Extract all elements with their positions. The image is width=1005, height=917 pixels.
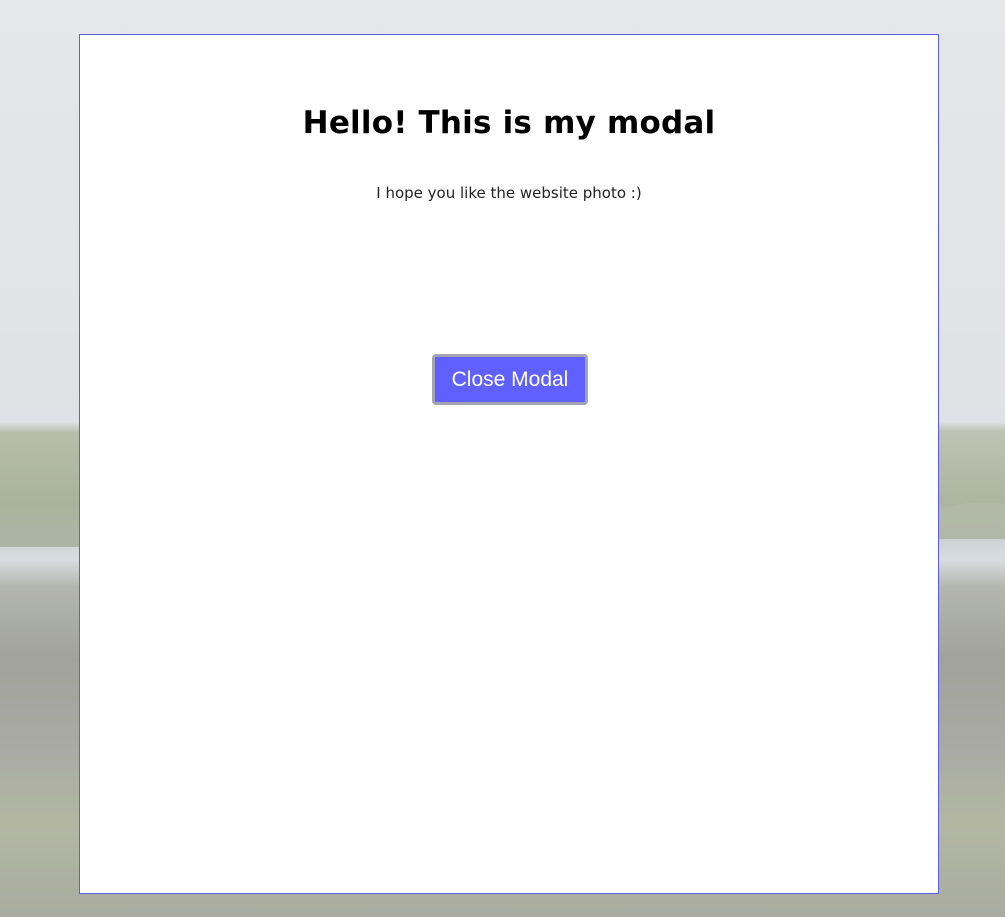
modal-message: I hope you like the website photo :) <box>376 184 642 202</box>
close-modal-button[interactable]: Close Modal <box>432 354 588 405</box>
modal-dialog: Hello! This is my modal I hope you like … <box>79 34 939 894</box>
modal-title: Hello! This is my modal <box>302 105 716 141</box>
